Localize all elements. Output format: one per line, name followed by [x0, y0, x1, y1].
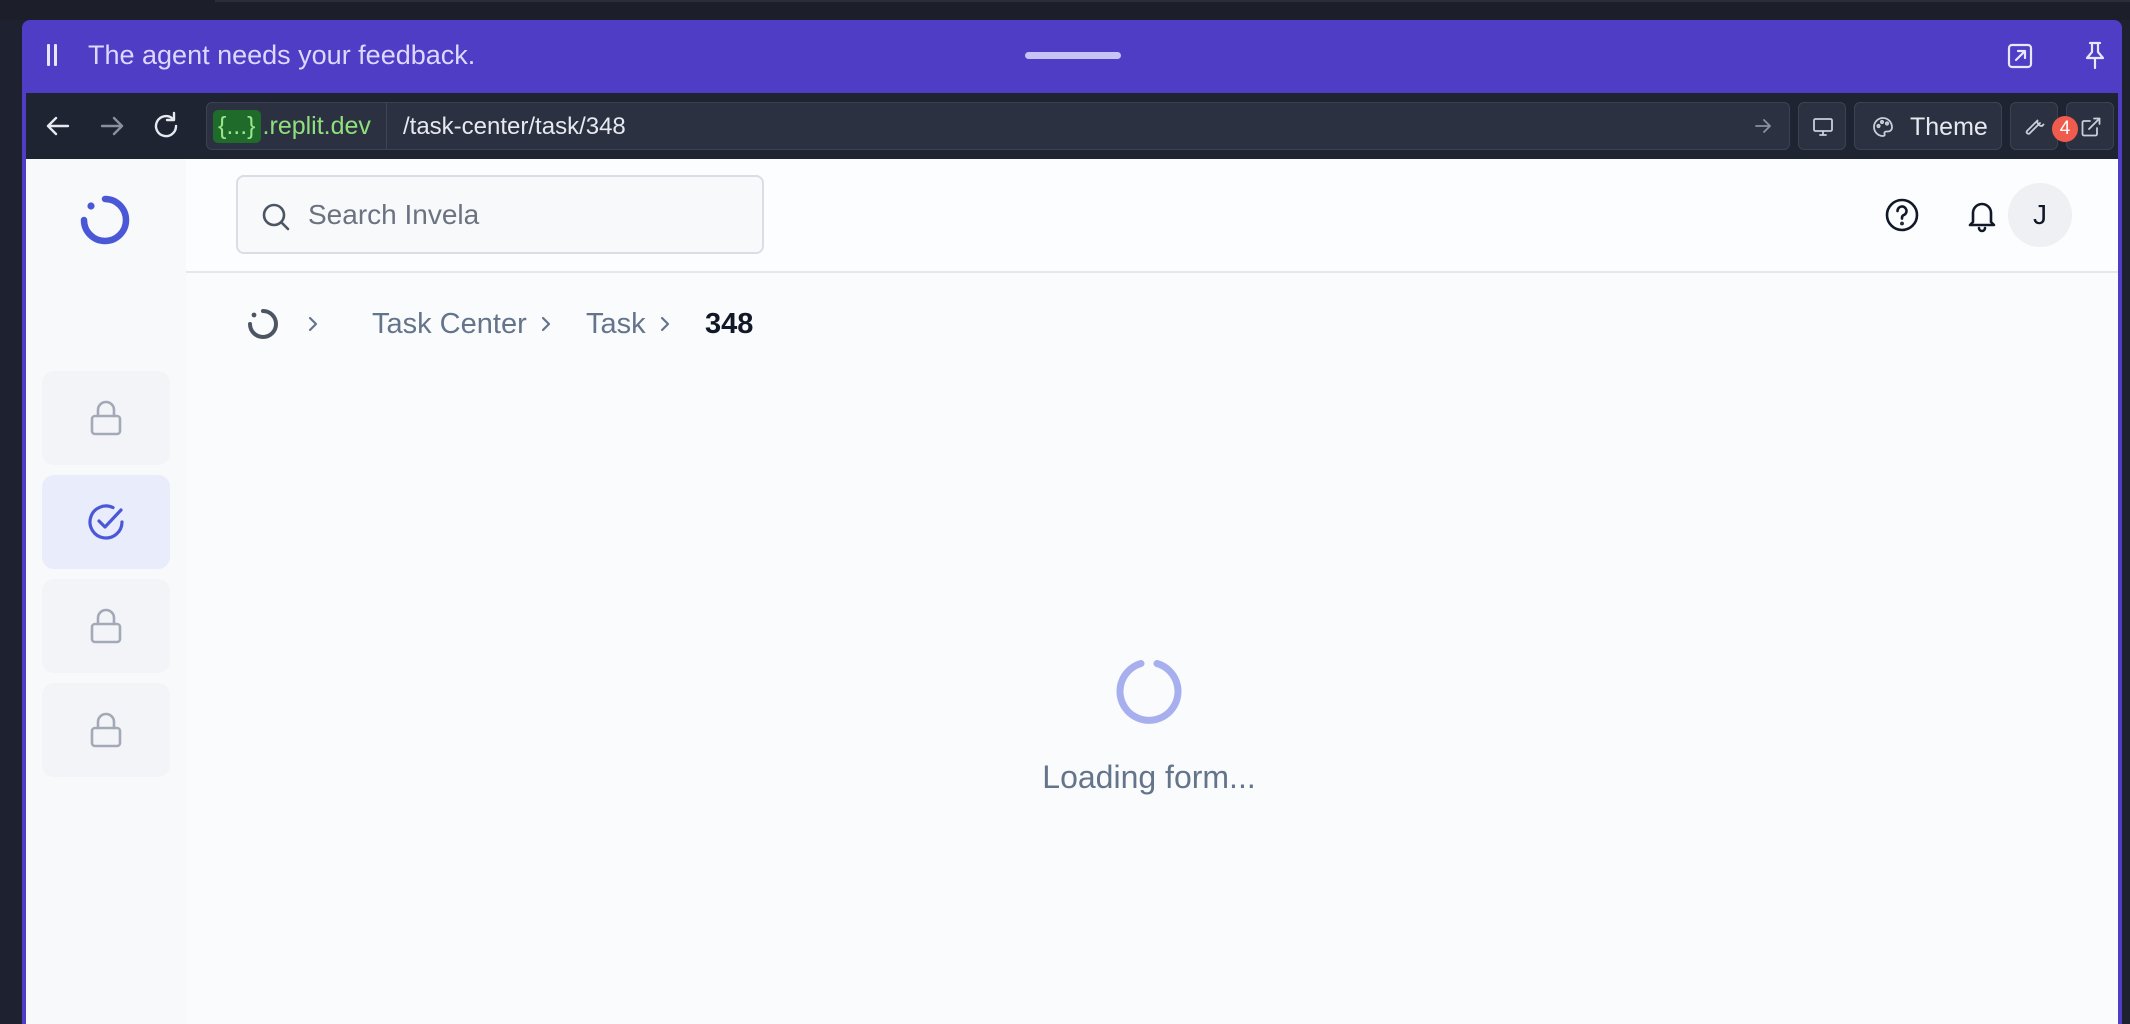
search-input[interactable] — [308, 197, 748, 233]
chevron-right-icon — [308, 316, 318, 332]
webview-frame: The agent needs your feedback. {...} .re… — [22, 20, 2122, 1024]
lock-icon — [90, 608, 122, 644]
back-arrow-icon[interactable] — [42, 110, 74, 142]
user-avatar[interactable]: J — [2008, 183, 2072, 247]
sidebar-item-locked-3[interactable] — [42, 683, 170, 777]
panel-edge — [215, 0, 2130, 2]
wrench-icon — [2025, 119, 2045, 135]
url-path[interactable]: /task-center/task/348 — [403, 113, 626, 141]
browser-toolbar: {...} .replit.dev /task-center/task/348 — [26, 93, 2118, 159]
notification-bell-icon[interactable] — [1964, 197, 2000, 233]
chevron-right-icon — [541, 316, 551, 332]
theme-button[interactable]: Theme — [1854, 102, 2002, 150]
breadcrumb-task[interactable]: Task — [586, 308, 646, 341]
breadcrumb-current: 348 — [705, 308, 754, 340]
lock-icon — [90, 712, 122, 748]
breadcrumb-task-center[interactable]: Task Center — [372, 308, 527, 341]
invela-logo-icon[interactable] — [80, 195, 130, 245]
desktop-top-bar — [0, 0, 2130, 20]
loading-spinner-icon — [1116, 660, 1182, 724]
external-link-icon — [2081, 117, 2101, 137]
sidebar-item-task-center[interactable] — [42, 475, 170, 569]
reload-icon[interactable] — [150, 110, 182, 142]
device-preview-button[interactable] — [1798, 102, 1846, 150]
search-box[interactable] — [236, 175, 764, 254]
task-check-icon — [88, 504, 124, 540]
url-separator — [386, 103, 387, 149]
devtools-button[interactable] — [2010, 102, 2058, 150]
sidebar-item-locked-1[interactable] — [42, 371, 170, 465]
theme-label: Theme — [1910, 113, 1988, 141]
home-icon[interactable] — [246, 307, 280, 341]
help-icon[interactable] — [1884, 197, 1920, 233]
feedback-message: The agent needs your feedback. — [88, 40, 476, 70]
loading-text: Loading form... — [1042, 759, 1256, 795]
expand-icon[interactable] — [2006, 42, 2034, 70]
feedback-banner: The agent needs your feedback. — [22, 20, 2122, 93]
url-domain: {...} .replit.dev — [213, 109, 371, 143]
monitor-icon — [1813, 118, 1833, 136]
pause-icon[interactable] — [45, 44, 59, 66]
palette-icon — [1873, 117, 1893, 137]
pin-icon[interactable] — [2082, 40, 2108, 70]
sidebar-item-locked-2[interactable] — [42, 579, 170, 673]
address-bar[interactable]: {...} .replit.dev /task-center/task/348 — [206, 102, 1790, 150]
top-header: J — [186, 159, 2118, 273]
sidebar — [26, 159, 186, 1024]
lock-icon — [90, 400, 122, 436]
url-domain-pill: {...} — [213, 109, 261, 143]
go-arrow-icon[interactable] — [1753, 116, 1773, 136]
chevron-right-icon — [660, 316, 670, 332]
url-domain-host: .replit.dev — [262, 111, 371, 140]
forward-arrow-icon[interactable] — [96, 110, 128, 142]
drag-handle[interactable] — [1025, 52, 1121, 59]
devtools-badge: 4 — [2052, 116, 2078, 142]
search-icon — [262, 203, 290, 231]
app-viewport: J Task Center Task 348 Loading form... — [26, 159, 2118, 1024]
